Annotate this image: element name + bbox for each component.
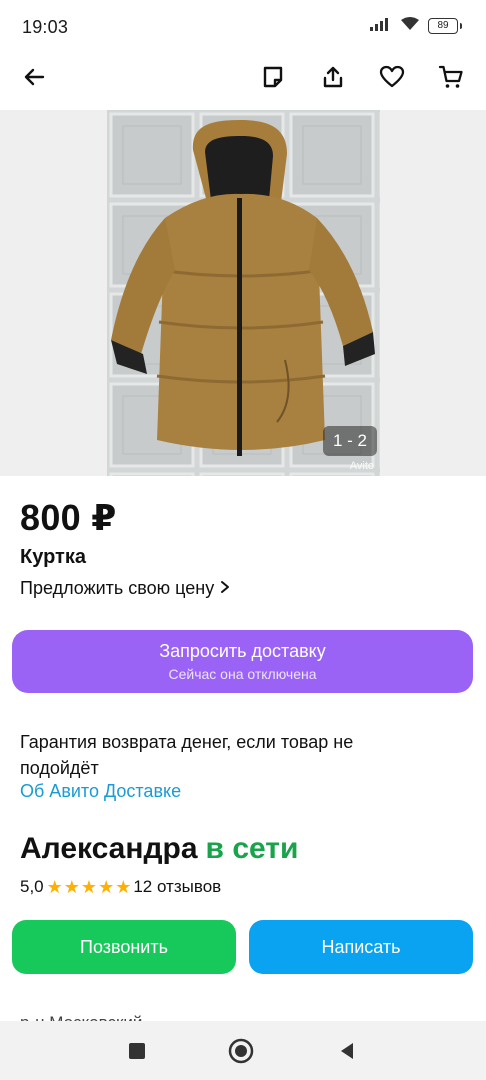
money-back-guarantee-text: Гарантия возврата денег, если товар не п… xyxy=(20,732,354,778)
cart-icon[interactable] xyxy=(432,58,470,96)
photo-watermark: Avito xyxy=(349,460,374,472)
star-icon: ★ xyxy=(63,877,80,897)
star-icon: ★ xyxy=(115,877,132,897)
home-circle-icon[interactable] xyxy=(228,1038,254,1064)
share-icon[interactable] xyxy=(314,58,352,96)
status-bar: 19:03 89 xyxy=(0,0,486,44)
wifi-icon xyxy=(400,16,420,36)
top-app-bar xyxy=(0,44,486,110)
back-triangle-icon[interactable] xyxy=(334,1038,360,1064)
seller-online-status: в сети xyxy=(205,832,299,865)
battery-icon: 89 xyxy=(428,18,462,34)
seller-rating[interactable]: 5,0 ★ ★ ★ ★ ★ 12 отзывов xyxy=(20,877,221,897)
star-icon: ★ xyxy=(98,877,115,897)
listing-title: Куртка xyxy=(20,546,86,568)
photo-counter: 1 - 2 xyxy=(323,426,377,456)
rating-value: 5,0 xyxy=(20,877,44,896)
favorite-heart-icon[interactable] xyxy=(373,58,411,96)
chevron-right-icon xyxy=(220,578,230,599)
price: 800 ₽ xyxy=(20,497,117,538)
status-time: 19:03 xyxy=(22,17,69,37)
call-button[interactable]: Позвонить xyxy=(12,920,236,974)
recents-square-icon[interactable] xyxy=(124,1038,150,1064)
request-delivery-sublabel: Сейчас она отключена xyxy=(168,666,317,682)
note-icon[interactable] xyxy=(254,58,292,96)
offer-price-link[interactable]: Предложить свою цену xyxy=(20,578,230,599)
signal-icon xyxy=(370,17,392,36)
star-icon: ★ xyxy=(80,877,98,897)
back-arrow-icon[interactable] xyxy=(15,58,53,96)
system-nav-bar xyxy=(0,1021,486,1080)
battery-level: 89 xyxy=(437,20,449,31)
status-icons: 89 xyxy=(370,16,462,36)
request-delivery-button[interactable]: Запросить доставку Сейчас она отключена xyxy=(12,630,473,693)
rating-stars: ★ ★ ★ ★ ★ xyxy=(47,878,132,896)
seller-name[interactable]: Александра xyxy=(20,832,198,865)
request-delivery-label: Запросить доставку xyxy=(159,641,326,661)
write-message-button[interactable]: Написать xyxy=(249,920,473,974)
star-icon: ★ xyxy=(46,877,63,897)
photo-gallery[interactable]: 1 - 2 Avito xyxy=(0,110,486,476)
seller-header[interactable]: Александра в сети xyxy=(20,832,298,866)
product-photo[interactable]: 1 - 2 Avito xyxy=(107,110,380,476)
avito-delivery-info-link[interactable]: Об Авито Доставке xyxy=(20,781,181,802)
reviews-count[interactable]: 12 отзывов xyxy=(133,877,221,897)
offer-price-label: Предложить свою цену xyxy=(20,578,215,598)
listing-page: 19:03 89 1 - 2 Avito 800 ₽ Куртка Предло… xyxy=(0,0,486,1080)
